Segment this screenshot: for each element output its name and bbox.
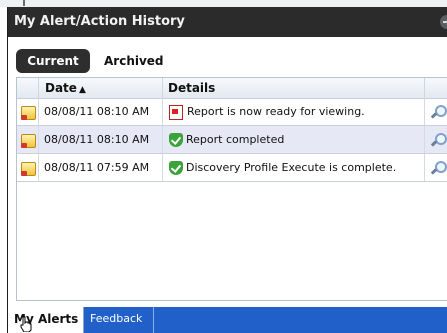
row-details: Report completed	[163, 126, 425, 153]
header-actions	[425, 78, 447, 98]
row-date: 08/08/11 08:10 AM	[39, 98, 163, 125]
row-details: Report is now ready for viewing.	[163, 98, 425, 125]
row-date: 08/08/11 07:59 AM	[39, 154, 163, 181]
window-titlebar: My Alert/Action History	[8, 7, 447, 37]
row-details-text: Report is now ready for viewing.	[187, 105, 365, 118]
alert-icon	[21, 106, 36, 120]
header-date-label: Date	[45, 81, 77, 95]
top-strip	[0, 0, 447, 7]
row-details-text: Discovery Profile Execute is complete.	[186, 161, 397, 174]
alert-icon	[21, 134, 36, 148]
tab-feedback[interactable]: Feedback	[84, 307, 154, 333]
hand-cursor-icon	[20, 316, 32, 332]
sort-ascending-icon: ▲	[78, 85, 86, 95]
header-details[interactable]: Details	[163, 78, 425, 98]
tab-current[interactable]: Current	[16, 49, 90, 73]
alert-history-window: My Alert/Action History Current Archived…	[7, 7, 447, 333]
alert-icon	[21, 162, 36, 176]
row-date: 08/08/11 08:10 AM	[39, 126, 163, 153]
row-action	[425, 154, 447, 181]
row-action	[425, 126, 447, 153]
row-action	[425, 98, 447, 125]
tab-archived[interactable]: Archived	[94, 49, 174, 73]
alert-cell	[17, 98, 39, 125]
row-details: Discovery Profile Execute is complete.	[163, 154, 425, 181]
header-date[interactable]: Date ▲	[39, 78, 163, 98]
collapse-icon[interactable]	[440, 15, 447, 29]
alert-cell	[17, 126, 39, 153]
view-details-icon[interactable]	[430, 104, 447, 120]
alerts-panel: Current Archived Date ▲ Details 08/08/11 …	[8, 37, 447, 307]
alert-table: Date ▲ Details 08/08/11 08:10 AM Report i…	[16, 77, 447, 301]
view-details-icon[interactable]	[430, 132, 447, 148]
drag-handle-icon	[23, 0, 25, 6]
checkmark-shield-icon	[169, 133, 183, 147]
view-details-icon[interactable]	[430, 160, 447, 176]
window-title: My Alert/Action History	[14, 14, 185, 29]
pdf-icon	[169, 104, 183, 120]
table-row[interactable]: 08/08/11 08:10 AM Report completed	[17, 126, 447, 154]
table-row[interactable]: 08/08/11 08:10 AM Report is now ready fo…	[17, 98, 447, 126]
table-row[interactable]: 08/08/11 07:59 AM Discovery Profile Exec…	[17, 154, 447, 182]
header-icon-column	[17, 78, 39, 98]
checkmark-shield-icon	[169, 161, 183, 175]
alert-cell	[17, 154, 39, 181]
row-details-text: Report completed	[186, 133, 285, 146]
bottom-tab-bar: My Alerts Feedback	[8, 307, 447, 333]
table-header: Date ▲ Details	[17, 78, 447, 99]
